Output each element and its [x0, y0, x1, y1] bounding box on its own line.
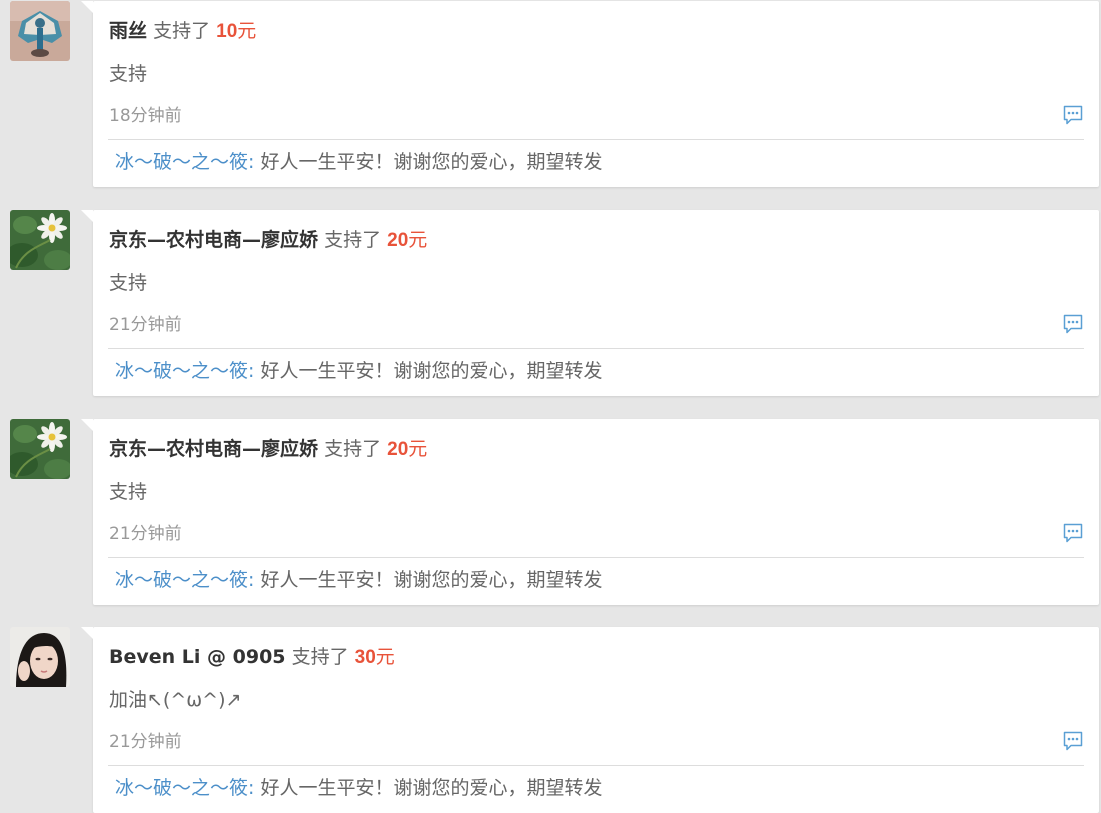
comment-bubble-icon: [1063, 105, 1083, 125]
reply-text: 好人一生平安！谢谢您的爱心，期望转发: [260, 777, 603, 799]
white-flower-avatar: [10, 419, 70, 479]
username[interactable]: 京东—农村电商—廖应娇: [109, 438, 318, 460]
time-number: 21: [109, 524, 131, 544]
white-flower-avatar: [10, 210, 70, 270]
comment-button[interactable]: [1062, 730, 1084, 752]
reply: 冰～破～之～筱: 好人一生平安！谢谢您的爱心，期望转发: [115, 150, 602, 174]
amount-unit: 元: [408, 438, 428, 460]
amount-unit: 元: [237, 20, 257, 42]
reply-text: 好人一生平安！谢谢您的爱心，期望转发: [260, 569, 603, 591]
amount-unit: 元: [408, 229, 428, 251]
support-header: 京东—农村电商—廖应娇 支持了 20元: [109, 437, 427, 462]
time-number: 21: [109, 732, 131, 752]
reply-text: 好人一生平安！谢谢您的爱心，期望转发: [260, 360, 603, 382]
avatar[interactable]: [10, 210, 70, 270]
timestamp: 21分钟前: [109, 523, 182, 545]
avatar[interactable]: [10, 627, 70, 687]
reply-author[interactable]: 冰～破～之～筱:: [115, 569, 254, 591]
time-number: 18: [109, 106, 131, 126]
reply: 冰～破～之～筱: 好人一生平安！谢谢您的爱心，期望转发: [115, 776, 602, 800]
timestamp: 21分钟前: [109, 731, 182, 753]
comment-bubble-icon: [1063, 523, 1083, 543]
support-amount: 20: [387, 439, 409, 460]
comment-button[interactable]: [1062, 104, 1084, 126]
username[interactable]: 雨丝: [109, 20, 147, 42]
comment-button[interactable]: [1062, 313, 1084, 335]
reply-author[interactable]: 冰～破～之～筱:: [115, 777, 254, 799]
support-card: Beven Li @ 0905 支持了 30元 加油↖(^ω^)↗ 21分钟前 …: [81, 627, 1099, 813]
reply: 冰～破～之～筱: 好人一生平安！谢谢您的爱心，期望转发: [115, 568, 602, 592]
support-card: 雨丝 支持了 10元 支持 18分钟前 冰～破～之～筱: 好人一生平安！谢谢您的…: [81, 1, 1099, 187]
divider: [108, 139, 1084, 140]
reply: 冰～破～之～筱: 好人一生平安！谢谢您的爱心，期望转发: [115, 359, 602, 383]
support-message: 加油↖(^ω^)↗: [109, 689, 242, 711]
support-action: 支持了: [324, 438, 382, 460]
comment-bubble-icon: [1063, 731, 1083, 751]
amount-unit: 元: [375, 646, 395, 668]
support-message: 支持: [109, 272, 148, 294]
divider: [108, 348, 1084, 349]
time-number: 21: [109, 315, 131, 335]
support-message: 支持: [109, 481, 148, 503]
peacock-figurine-avatar: [10, 1, 70, 61]
support-amount: 10: [216, 21, 238, 42]
divider: [108, 557, 1084, 558]
support-action: 支持了: [291, 646, 349, 668]
avatar[interactable]: [10, 419, 70, 479]
time-unit: 分钟前: [130, 732, 182, 752]
support-message: 支持: [109, 63, 148, 85]
reply-author[interactable]: 冰～破～之～筱:: [115, 151, 254, 173]
divider: [108, 765, 1084, 766]
comment-bubble-icon: [1063, 314, 1083, 334]
support-card: 京东—农村电商—廖应娇 支持了 20元 支持 21分钟前 冰～破～之～筱: 好人…: [81, 210, 1099, 396]
reply-text: 好人一生平安！谢谢您的爱心，期望转发: [260, 151, 603, 173]
username[interactable]: 京东—农村电商—廖应娇: [109, 229, 318, 251]
username[interactable]: Beven Li @ 0905: [109, 646, 286, 668]
support-header: 京东—农村电商—廖应娇 支持了 20元: [109, 228, 427, 253]
portrait-avatar: [10, 627, 70, 687]
comment-button[interactable]: [1062, 522, 1084, 544]
time-unit: 分钟前: [130, 106, 182, 126]
support-header: Beven Li @ 0905 支持了 30元: [109, 645, 395, 670]
support-amount: 30: [354, 647, 376, 668]
support-action: 支持了: [153, 20, 211, 42]
timestamp: 18分钟前: [109, 105, 182, 127]
time-unit: 分钟前: [130, 315, 182, 335]
avatar[interactable]: [10, 1, 70, 61]
support-header: 雨丝 支持了 10元: [109, 19, 256, 44]
timestamp: 21分钟前: [109, 314, 182, 336]
support-amount: 20: [387, 230, 409, 251]
time-unit: 分钟前: [130, 524, 182, 544]
reply-author[interactable]: 冰～破～之～筱:: [115, 360, 254, 382]
support-card: 京东—农村电商—廖应娇 支持了 20元 支持 21分钟前 冰～破～之～筱: 好人…: [81, 419, 1099, 605]
support-action: 支持了: [324, 229, 382, 251]
